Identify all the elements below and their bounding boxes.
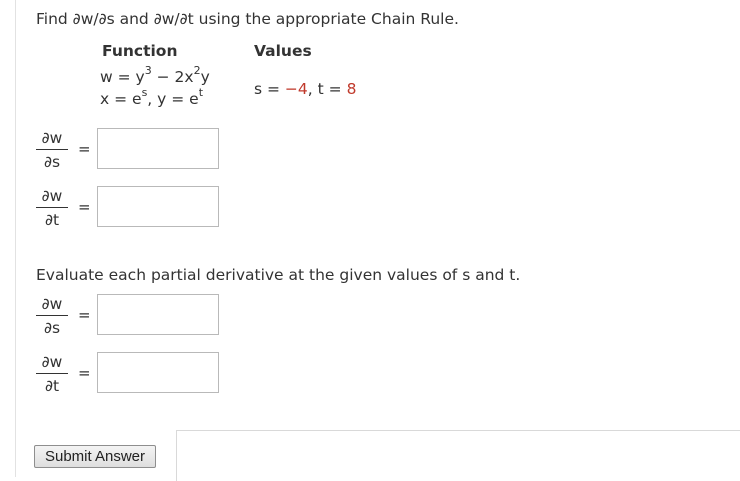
w-equation: w = y3 − 2x2y xyxy=(100,64,210,87)
dw-dt-eval-label: ∂w ∂t xyxy=(36,352,68,396)
dw-ds-eval-input[interactable] xyxy=(97,294,219,335)
equals-sign: = xyxy=(78,306,91,324)
equals-sign: = xyxy=(78,198,91,216)
submit-answer-button[interactable]: Submit Answer xyxy=(34,445,156,468)
xy-equations: x = es, y = et xyxy=(100,86,204,109)
dw-dt-input[interactable] xyxy=(97,186,219,227)
equals-sign: = xyxy=(78,140,91,158)
question-prompt: Find ∂w/∂s and ∂w/∂t using the appropria… xyxy=(36,10,459,28)
dw-dt-label: ∂w ∂t xyxy=(36,186,68,230)
dw-ds-eval-label: ∂w ∂s xyxy=(36,294,68,338)
given-values: s = −4, t = 8 xyxy=(254,80,357,98)
feedback-panel xyxy=(176,430,740,481)
evaluate-instruction: Evaluate each partial derivative at the … xyxy=(36,266,521,284)
values-header: Values xyxy=(254,42,312,60)
dw-ds-input[interactable] xyxy=(97,128,219,169)
equals-sign: = xyxy=(78,364,91,382)
left-border-line xyxy=(15,0,16,477)
dw-ds-label: ∂w ∂s xyxy=(36,128,68,172)
function-header: Function xyxy=(102,42,178,60)
dw-dt-eval-input[interactable] xyxy=(97,352,219,393)
